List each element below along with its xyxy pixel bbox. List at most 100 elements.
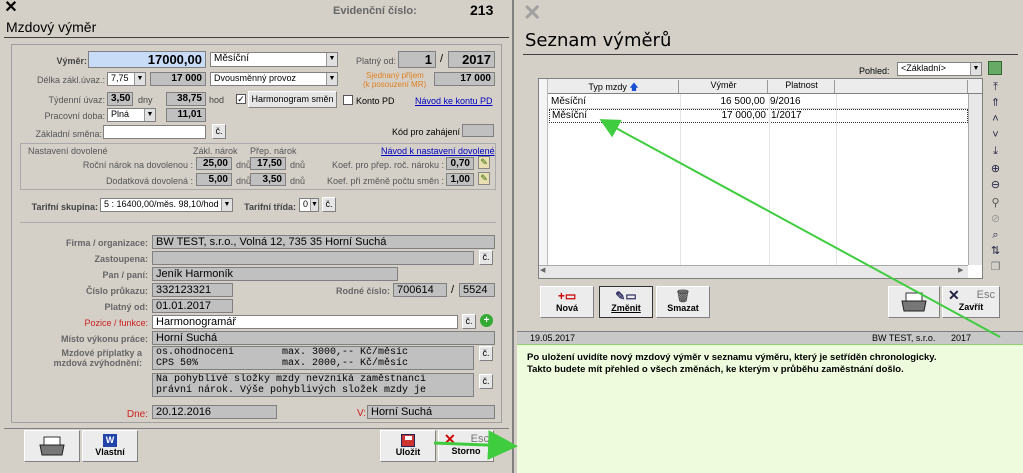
konto-checkbox[interactable] <box>343 95 353 105</box>
zastoupena-value <box>152 251 474 265</box>
zakladni-c-button[interactable]: č. <box>212 124 226 139</box>
tydenni-unit: dny <box>138 95 153 105</box>
misto-label: Místo výkonu práce: <box>60 334 148 344</box>
last-record-icon[interactable]: ⤓ <box>988 144 1003 158</box>
add-icon[interactable]: + <box>480 314 493 327</box>
row1-platnost: 9/2016 <box>770 96 801 107</box>
rocni-unit1: dnů <box>236 160 252 170</box>
platny-value: 01.01.2017 <box>152 299 233 313</box>
col-divider-3 <box>836 94 837 265</box>
provoz-value: Dvousměnný provoz <box>214 73 297 83</box>
storno-button[interactable]: ✕ Esc Storno <box>438 430 494 462</box>
scroll-left-icon[interactable]: ◀ <box>540 266 545 274</box>
platny-od-label: Platný od: <box>355 56 396 66</box>
harmonogram-checkbox[interactable]: ✓ <box>236 94 246 104</box>
navod-konto-link[interactable]: Návod ke kontu PD <box>415 96 493 106</box>
pozice-c-button[interactable]: č. <box>462 314 476 329</box>
navod-dovolena-link[interactable]: Návod k nastavení dovolené <box>381 146 495 156</box>
rocni-label: Roční nárok na dovolenou : <box>82 160 193 170</box>
dod-v1: 5,00 <box>196 173 232 186</box>
pan-label: Pan / paní: <box>102 270 148 280</box>
provoz-select[interactable]: Dvousměnný provoz ▼ <box>210 72 338 86</box>
header-platnost[interactable]: Platnost <box>769 80 835 93</box>
priplatky-label-1: Mzdové příplatky a <box>61 348 142 358</box>
close-icon[interactable]: ✕ <box>3 0 19 17</box>
zmenit-button[interactable]: ✎▭ Změnit <box>599 286 653 318</box>
dropdown-arrow-icon: ▼ <box>134 73 145 85</box>
pracovni-select[interactable]: Plná ▼ <box>107 108 156 122</box>
platny-label: Platný od: <box>104 302 148 312</box>
next-record-icon[interactable]: ˅ <box>988 128 1003 142</box>
dovolena-col1: Zákl. nárok <box>193 146 238 156</box>
cancel-x-icon: ✕ <box>444 431 456 447</box>
pohyblive-c-button[interactable]: č. <box>479 374 493 389</box>
koef1-label: Koef. pro přep. roč. nároku : <box>331 160 444 170</box>
copy-icon[interactable]: ❐ <box>988 260 1003 274</box>
koef2-value: 1,00 <box>446 173 474 186</box>
vlastni-button[interactable]: W Vlastní <box>82 430 138 462</box>
hod-unit: hod <box>209 95 225 105</box>
edit-pencil-icon[interactable]: ✎ <box>478 156 490 169</box>
search-icon[interactable]: ⌕ <box>988 228 1003 242</box>
dne-value: 20.12.2016 <box>152 405 277 419</box>
prev-record-icon[interactable]: ˄ <box>988 112 1003 126</box>
delka-select[interactable]: 7,75 ▼ <box>107 72 146 86</box>
status-bar <box>517 331 1023 344</box>
first-record-icon[interactable]: ⤒ <box>988 80 1003 94</box>
horizontal-scrollbar[interactable] <box>539 265 968 278</box>
vymer-input[interactable]: 17000,00 <box>88 51 206 68</box>
page-up-icon[interactable]: ⇑ <box>988 96 1003 110</box>
priplatky-c-button[interactable]: č. <box>479 346 493 361</box>
zastoupena-label: Zastoupena: <box>94 254 148 264</box>
vymer-type-select[interactable]: Měsíční ▼ <box>210 52 338 67</box>
pozice-input[interactable]: Harmonogramář <box>152 315 458 329</box>
cancel-filter-icon[interactable]: ⊘ <box>988 212 1003 226</box>
col-divider-1 <box>680 94 681 265</box>
new-record-icon: +▭ <box>557 289 577 303</box>
filter-icon[interactable]: ⚲ <box>988 196 1003 210</box>
dropdown-arrow-icon: ▼ <box>326 73 337 85</box>
zakladni-input[interactable] <box>103 125 206 139</box>
misto-value: Horní Suchá <box>152 331 495 345</box>
kod-input[interactable] <box>462 124 494 137</box>
zoom-out-icon[interactable]: ⊖ <box>988 178 1003 192</box>
pohled-select[interactable]: <Základní> ▼ <box>897 62 982 76</box>
nova-button[interactable]: +▭ Nová <box>540 286 594 318</box>
priplatky-value: os.ohodnocení max. 3000,-- Kč/měsíc CPS … <box>152 346 474 370</box>
ulozit-button[interactable]: Uložit <box>380 430 436 462</box>
edit-pencil-icon[interactable]: ✎ <box>478 172 490 185</box>
zastoupena-c-button[interactable]: č. <box>479 250 493 265</box>
zoom-in-icon[interactable]: ⊕ <box>988 162 1003 176</box>
delka-amount: 17 000 <box>150 72 206 86</box>
platny-od-year[interactable]: 2017 <box>448 51 495 68</box>
koef1-value: 0,70 <box>446 157 474 170</box>
harmonogram-button[interactable]: Harmonogram směn <box>248 91 337 108</box>
table-row-selected[interactable]: Měsíční 17 000,00 1/2017 <box>549 109 968 123</box>
zakladni-label: Základní směna: <box>35 129 102 139</box>
export-icon[interactable] <box>988 61 1002 75</box>
table-row[interactable]: Měsíční 16 500,00 9/2016 <box>549 95 968 109</box>
printer-icon <box>901 292 927 312</box>
dne-label: Dne: <box>126 409 148 420</box>
evidencni-value: 213 <box>470 2 494 18</box>
vlastni-label: Vlastní <box>95 447 125 457</box>
koef2-label: Koef. při změně počtu směn : <box>326 176 444 186</box>
seznam-title: Seznam výměrů <box>525 30 672 51</box>
print-button[interactable] <box>24 430 80 462</box>
print-button-right[interactable] <box>888 286 940 318</box>
tarifni-skupina-select[interactable]: 5 : 16400,00/měs. 98,10/hod ▼ <box>100 198 233 212</box>
header-marker-col <box>539 79 548 278</box>
smazat-button[interactable]: 🗑 Smazat <box>656 286 710 318</box>
tarifni-c-button[interactable]: č. <box>322 197 336 212</box>
scroll-right-icon[interactable]: ▶ <box>958 266 963 274</box>
sort-icon[interactable]: ⇅ <box>988 244 1003 258</box>
vertical-scrollbar[interactable] <box>968 94 982 265</box>
tarifni-trida-select[interactable]: 0 ▼ <box>299 198 319 212</box>
header-typ-mzdy[interactable]: Typ mzdy 🡅 <box>549 80 679 93</box>
zavrit-button[interactable]: ✕ Esc Zavřít <box>942 286 1000 318</box>
zavrit-esc: Esc <box>976 289 995 301</box>
delka-label: Délka zákl.úvaz.: <box>36 75 105 85</box>
platny-od-month[interactable]: 1 <box>398 51 436 68</box>
header-vymer[interactable]: Výměr <box>680 80 768 93</box>
tarifni-skupina-label: Tarifní skupina: <box>31 202 98 212</box>
